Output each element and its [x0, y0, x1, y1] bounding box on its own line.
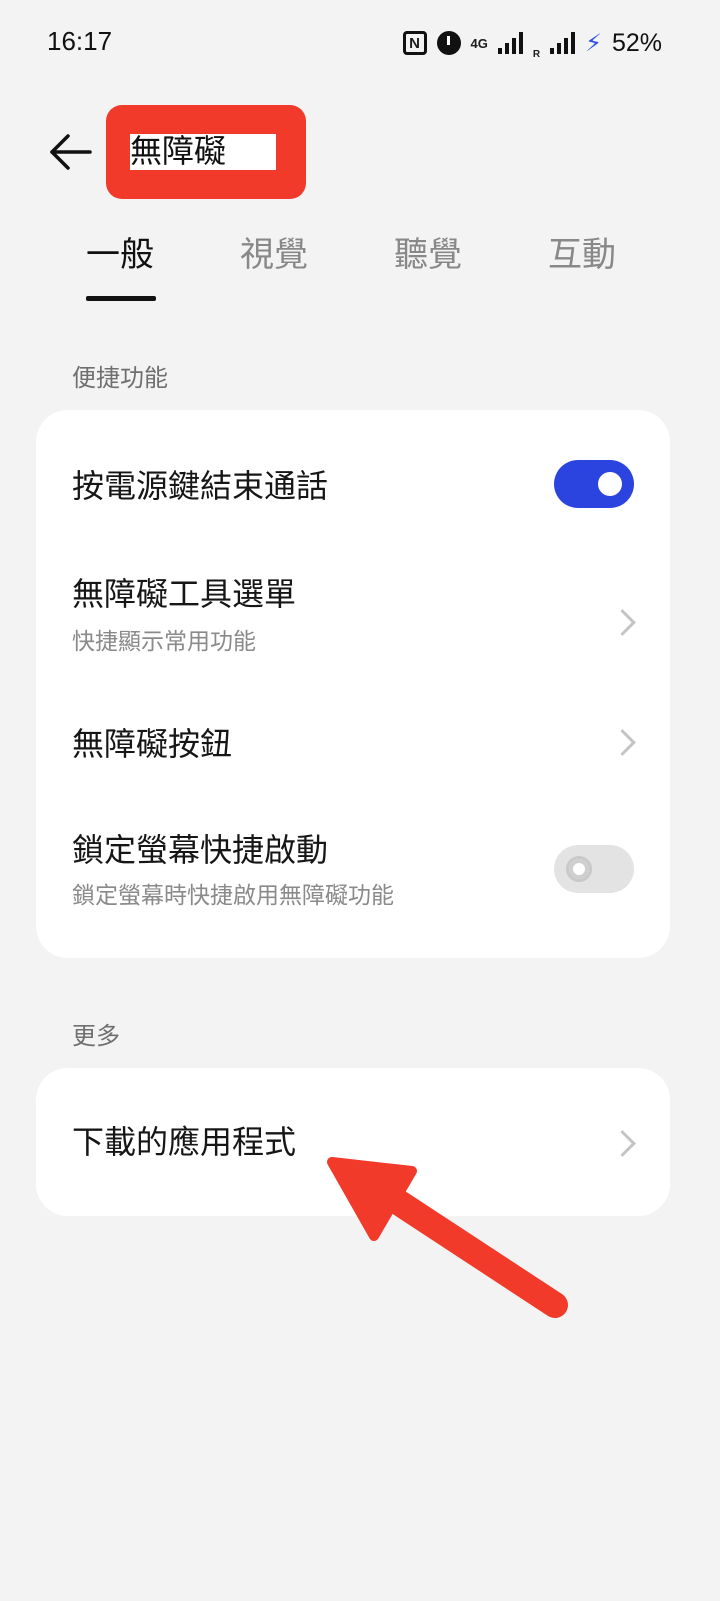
- list-item-accessibility-button[interactable]: 無障礙按鈕: [36, 690, 670, 810]
- signal-icon: [497, 32, 523, 54]
- row-title: 無障礙按鈕: [72, 725, 233, 763]
- list-item-power-end-call[interactable]: 按電源鍵結束通話: [36, 410, 670, 560]
- more-card: 下載的應用程式: [36, 1068, 670, 1216]
- power-end-call-toggle[interactable]: [554, 460, 634, 508]
- lockscreen-shortcut-toggle[interactable]: [554, 845, 634, 893]
- row-title: 按電源鍵結束通話: [72, 467, 329, 505]
- section-header-shortcuts: 便捷功能: [72, 364, 168, 392]
- page-title: 無障礙: [130, 132, 227, 170]
- battery-percentage: 52%: [611, 28, 662, 57]
- tab-hearing[interactable]: 聽覺: [394, 230, 462, 280]
- list-item-accessibility-menu[interactable]: 無障礙工具選單 快捷顯示常用功能: [36, 560, 670, 690]
- status-time: 16:17: [47, 26, 113, 56]
- row-subtitle: 鎖定螢幕時快捷啟用無障礙功能: [72, 883, 394, 909]
- bolt-icon: ⚡: [585, 29, 602, 57]
- network-type-label: 4G: [470, 35, 488, 51]
- tab-bar: 一般 視覺 聽覺 互動: [0, 230, 720, 301]
- chevron-right-icon: [609, 729, 636, 756]
- roaming-label: R: [532, 49, 541, 60]
- chevron-right-icon: [609, 1130, 636, 1157]
- row-title: 無障礙工具選單: [72, 575, 297, 613]
- tab-vision[interactable]: 視覺: [240, 230, 308, 280]
- row-title: 下載的應用程式: [72, 1123, 297, 1161]
- list-item-lockscreen-shortcut[interactable]: 鎖定螢幕快捷啟動 鎖定螢幕時快捷啟用無障礙功能: [36, 810, 670, 958]
- row-title: 鎖定螢幕快捷啟動: [72, 831, 329, 869]
- list-item-downloaded-apps[interactable]: 下載的應用程式: [36, 1068, 670, 1216]
- signal-icon-2: [550, 32, 576, 54]
- tab-interaction[interactable]: 互動: [548, 230, 616, 280]
- nfc-icon: N: [402, 31, 427, 55]
- status-icons: N 4G R ⚡ 52%: [402, 26, 662, 60]
- row-subtitle: 快捷顯示常用功能: [72, 629, 256, 655]
- chevron-right-icon: [609, 609, 636, 636]
- back-arrow-icon[interactable]: [48, 132, 94, 172]
- section-header-more: 更多: [72, 1022, 120, 1050]
- alarm-icon: [436, 31, 461, 55]
- tab-general[interactable]: 一般: [86, 230, 154, 280]
- shortcuts-card: 按電源鍵結束通話 無障礙工具選單 快捷顯示常用功能 無障礙按鈕 鎖定螢幕快捷啟動…: [36, 410, 670, 958]
- tab-indicator: [86, 296, 156, 301]
- status-bar: 16:17 N 4G R ⚡ 52%: [0, 0, 720, 80]
